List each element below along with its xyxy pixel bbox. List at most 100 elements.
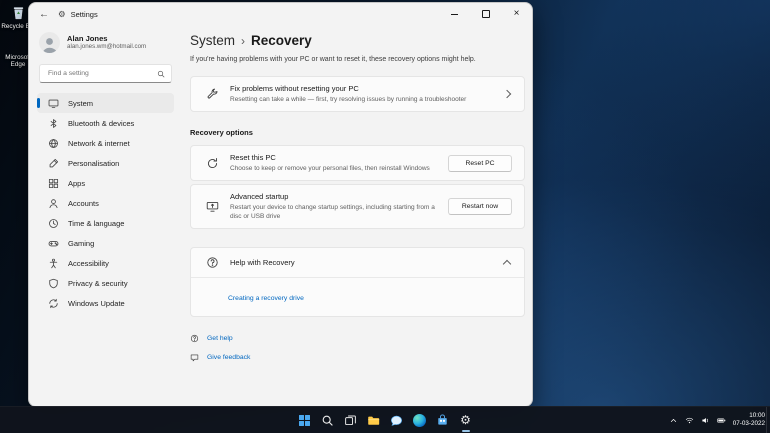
clock-icon [48,218,59,229]
sidebar-item-bluetooth-devices[interactable]: Bluetooth & devices [37,113,174,133]
gamepad-icon [48,238,59,249]
system-icon [48,98,59,109]
close-button[interactable]: × [501,3,532,25]
sidebar-item-time-language[interactable]: Time & language [37,213,174,233]
taskbar-search-button[interactable] [319,411,337,429]
edge-icon [413,414,426,427]
get-help-icon [190,334,199,343]
taskbar-clock[interactable]: 10:00 07-03-2022 [733,412,765,428]
sidebar-item-label: Bluetooth & devices [68,119,134,128]
restart-now-button[interactable]: Restart now [448,198,512,215]
system-tray: 10:00 07-03-2022 [669,407,765,433]
help-icon [205,256,219,269]
sidebar-item-system[interactable]: System [37,93,174,113]
show-desktop-button[interactable] [766,407,770,433]
section-title: Recovery options [190,128,525,137]
user-profile[interactable]: Alan Jones alan.jones.wm@hotmail.com [37,27,174,62]
sidebar-item-personalisation[interactable]: Personalisation [37,153,174,173]
advanced-startup-card: Advanced startup Restart your device to … [190,184,525,229]
sidebar-item-accounts[interactable]: Accounts [37,193,174,213]
sidebar-item-privacy-security[interactable]: Privacy & security [37,273,174,293]
sidebar-item-label: Accounts [68,199,99,208]
avatar [39,32,60,53]
back-button[interactable]: ← [39,9,49,20]
reset-pc-card: Reset this PC Choose to keep or remove y… [190,145,525,181]
file-explorer-button[interactable] [365,411,383,429]
desktop-icon-label: Microsoft Edge [5,54,31,68]
shield-icon [48,278,59,289]
search-icon [321,414,334,427]
windows-logo-icon [299,415,310,426]
fix-problems-card[interactable]: Fix problems without resetting your PC R… [190,76,525,112]
chat-icon [390,414,403,427]
tray-chevron-up-icon[interactable] [669,416,678,425]
sidebar-item-label: System [68,99,93,108]
titlebar: ← ⚙ Settings × [29,3,532,25]
advanced-card-title: Advanced startup [230,192,437,201]
main-content: System › Recovery If you're having probl… [180,25,532,406]
page-description: If you're having problems with your PC o… [190,56,525,63]
volume-icon[interactable] [701,416,710,425]
task-view-icon [344,414,357,427]
help-card-body: Creating a recovery drive [191,277,524,316]
footer-links: Get help Give feedback [190,334,525,362]
accounts-icon [48,198,59,209]
taskbar: ⚙ 10:00 07-03-2022 [0,406,770,433]
desktop: Recycle Bin Microsoft Edge ← ⚙ Settings … [0,0,770,433]
sidebar-item-accessibility[interactable]: Accessibility [37,253,174,273]
chat-button[interactable] [388,411,406,429]
edge-button[interactable] [411,411,429,429]
accessibility-icon [48,258,59,269]
battery-icon[interactable] [717,416,726,425]
troubleshoot-icon [205,88,219,101]
breadcrumb-separator-icon: › [241,34,245,48]
taskbar-center: ⚙ [296,411,475,429]
sidebar: Alan Jones alan.jones.wm@hotmail.com Sys… [29,25,180,406]
maximize-button[interactable] [470,3,501,25]
page-title: Recovery [251,33,312,48]
help-card-title: Help with Recovery [230,258,493,267]
get-help-link[interactable]: Get help [190,334,525,343]
give-feedback-label: Give feedback [207,354,250,361]
wifi-icon[interactable] [685,416,694,425]
chevron-right-icon [503,90,511,98]
give-feedback-link[interactable]: Give feedback [190,353,525,362]
reset-icon [205,157,219,170]
sidebar-item-label: Accessibility [68,259,109,268]
folder-icon [367,414,380,427]
recycle-bin-icon [10,4,27,21]
advanced-card-subtitle: Restart your device to change startup se… [230,203,437,221]
store-button[interactable] [434,411,452,429]
user-email: alan.jones.wm@hotmail.com [67,43,146,51]
help-card-header[interactable]: Help with Recovery [191,248,524,277]
sidebar-item-label: Apps [68,179,85,188]
breadcrumb-parent[interactable]: System [190,33,235,48]
settings-taskbar-button[interactable]: ⚙ [457,411,475,429]
minimize-button[interactable] [439,3,470,25]
settings-gear-icon: ⚙ [58,9,66,20]
start-button[interactable] [296,411,314,429]
sidebar-item-windows-update[interactable]: Windows Update [37,293,174,313]
sidebar-item-label: Network & internet [68,139,130,148]
sidebar-item-apps[interactable]: Apps [37,173,174,193]
reset-card-title: Reset this PC [230,153,437,162]
store-icon [436,414,449,427]
sidebar-item-label: Gaming [68,239,94,248]
sidebar-item-label: Privacy & security [68,279,128,288]
fix-card-title: Fix problems without resetting your PC [230,84,493,93]
sidebar-item-label: Windows Update [68,299,125,308]
globe-icon [48,138,59,149]
task-view-button[interactable] [342,411,360,429]
feedback-icon [190,353,199,362]
sidebar-item-network-internet[interactable]: Network & internet [37,133,174,153]
search-box[interactable] [39,64,172,83]
reset-pc-button[interactable]: Reset PC [448,155,512,172]
get-help-label: Get help [207,335,233,342]
sidebar-item-gaming[interactable]: Gaming [37,233,174,253]
search-input[interactable] [46,69,157,78]
search-icon [157,70,165,78]
help-with-recovery-card: Help with Recovery Creating a recovery d… [190,247,525,317]
recovery-drive-link[interactable]: Creating a recovery drive [228,295,304,302]
fix-card-subtitle: Resetting can take a while — first, try … [230,95,493,104]
update-icon [48,298,59,309]
